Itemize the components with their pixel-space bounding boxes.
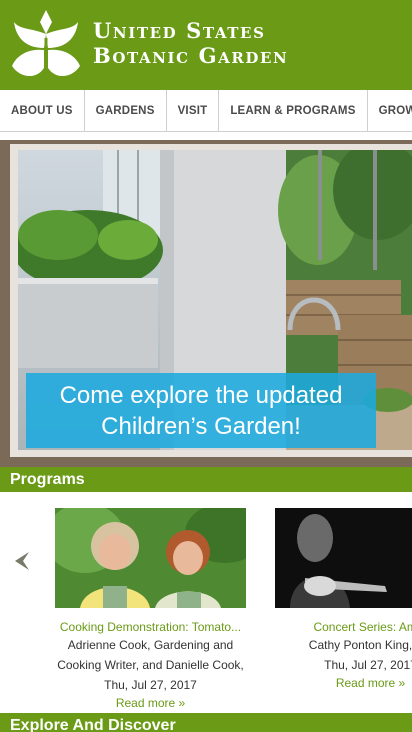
program-card-title[interactable]: Cooking Demonstration: Tomato... bbox=[55, 620, 246, 634]
hero-image[interactable]: Come explore the updated Children’s Gard… bbox=[18, 150, 412, 450]
nav-about-us[interactable]: ABOUT US bbox=[0, 90, 85, 131]
nav-gardens[interactable]: GARDENS bbox=[85, 90, 167, 131]
program-card[interactable]: Cooking Demonstration: Tomato... Adrienn… bbox=[55, 508, 246, 712]
nav-visit[interactable]: VISIT bbox=[167, 90, 220, 131]
program-card-desc-line1: Cathy Ponton King, roc bbox=[308, 638, 412, 652]
program-card-desc-line1: Adrienne Cook, Gardening and bbox=[67, 638, 234, 652]
site-title-line2: Botanic Garden bbox=[93, 43, 289, 68]
cooks-photo bbox=[55, 508, 246, 608]
hero-slider: Come explore the updated Children’s Gard… bbox=[0, 140, 412, 467]
hero-caption[interactable]: Come explore the updated Children’s Gard… bbox=[26, 373, 376, 448]
botanic-leaf-logo-icon[interactable] bbox=[10, 8, 82, 82]
program-card[interactable]: Concert Series: Amer Cathy Ponton King, … bbox=[275, 508, 412, 692]
hero-caption-line1: Come explore the updated bbox=[59, 382, 343, 409]
site-title-line1: United States bbox=[93, 18, 266, 43]
site-header: United States Botanic Garden bbox=[0, 0, 412, 90]
main-nav: ABOUT US GARDENS VISIT LEARN & PROGRAMS … bbox=[0, 90, 412, 132]
hero-frame-inner: Come explore the updated Children’s Gard… bbox=[10, 144, 412, 457]
guitarist-photo bbox=[275, 508, 412, 608]
hero-caption-line2: Children’s Garden! bbox=[101, 413, 301, 440]
read-more-link[interactable]: Read more » bbox=[55, 694, 246, 712]
program-card-title[interactable]: Concert Series: Amer bbox=[275, 620, 412, 634]
nav-learn-programs[interactable]: LEARN & PROGRAMS bbox=[219, 90, 368, 131]
read-more-link[interactable]: Read more » bbox=[275, 674, 412, 692]
nav-grow[interactable]: GROW bbox=[368, 90, 412, 131]
program-card-date: Thu, Jul 27, 2017 bbox=[104, 678, 197, 692]
site-title[interactable]: United States Botanic Garden bbox=[93, 18, 288, 68]
program-card-image[interactable] bbox=[55, 508, 246, 608]
program-card-date: Thu, Jul 27, 2017 bbox=[324, 658, 412, 672]
programs-heading: Programs bbox=[0, 467, 412, 492]
chevron-left-icon[interactable] bbox=[9, 548, 35, 574]
programs-carousel: Cooking Demonstration: Tomato... Adrienn… bbox=[0, 492, 412, 713]
program-card-desc-line2: Cooking Writer, and Danielle Cook, bbox=[57, 658, 244, 672]
explore-heading: Explore And Discover bbox=[0, 713, 412, 732]
program-card-image[interactable] bbox=[275, 508, 412, 608]
